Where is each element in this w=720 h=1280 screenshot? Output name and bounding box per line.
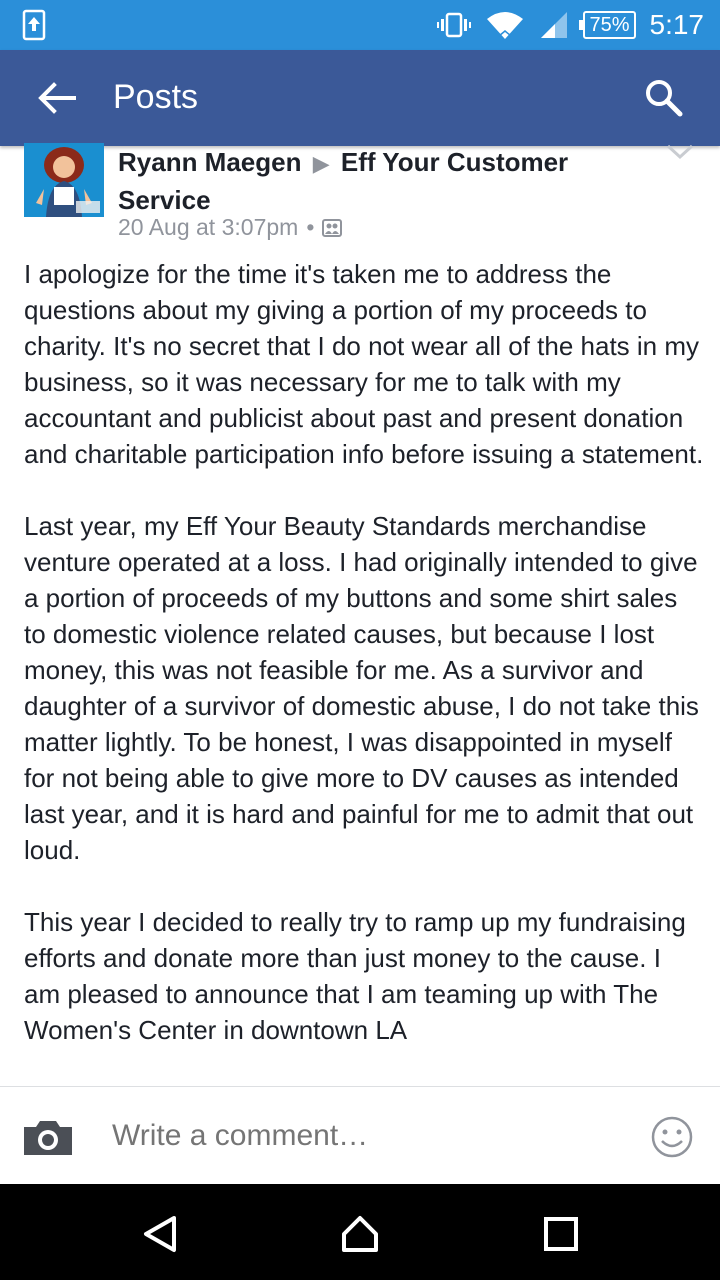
battery-indicator: 75% [579,11,636,39]
post-author-line: Ryann Maegen ▶ Eff Your Customer Service [118,144,638,218]
clock: 5:17 [649,9,705,40]
status-bar: 75% 5:17 [0,0,720,50]
app-bar: Posts [0,50,720,146]
avatar-illustration [24,143,104,217]
author-name[interactable]: Ryann Maegen [118,147,302,177]
camera-icon[interactable] [22,1117,74,1157]
post-timestamp[interactable]: 20 Aug at 3:07pm [118,214,298,241]
wifi-icon [487,12,524,39]
smiley-icon[interactable] [650,1115,694,1159]
upload-notification-icon [22,9,46,41]
chevron-down-icon[interactable] [666,144,694,160]
vibrate-icon [437,12,472,38]
post-body: I apologize for the time it's taken me t… [24,256,704,1086]
shared-to-arrow-icon: ▶ [312,151,330,176]
back-arrow-icon[interactable] [36,80,76,116]
back-triangle-icon[interactable] [140,1214,180,1254]
system-navigation-bar [0,1184,720,1280]
comment-input[interactable] [112,1119,612,1153]
comment-bar [0,1086,720,1185]
home-icon[interactable] [340,1214,380,1254]
signal-icon [541,12,568,38]
author-avatar[interactable] [24,143,104,217]
members-audience-icon [322,218,343,237]
post-meta: 20 Aug at 3:07pm • [118,214,343,241]
meta-separator: • [306,214,315,240]
page-title: Posts [113,78,199,116]
recent-apps-icon[interactable] [541,1214,581,1254]
post-paragraph: I apologize for the time it's taken me t… [24,259,704,469]
post-paragraph: Last year, my Eff Your Beauty Standards … [24,511,699,865]
post-paragraph: This year I decided to really try to ram… [24,907,686,1045]
search-icon[interactable] [642,76,686,120]
